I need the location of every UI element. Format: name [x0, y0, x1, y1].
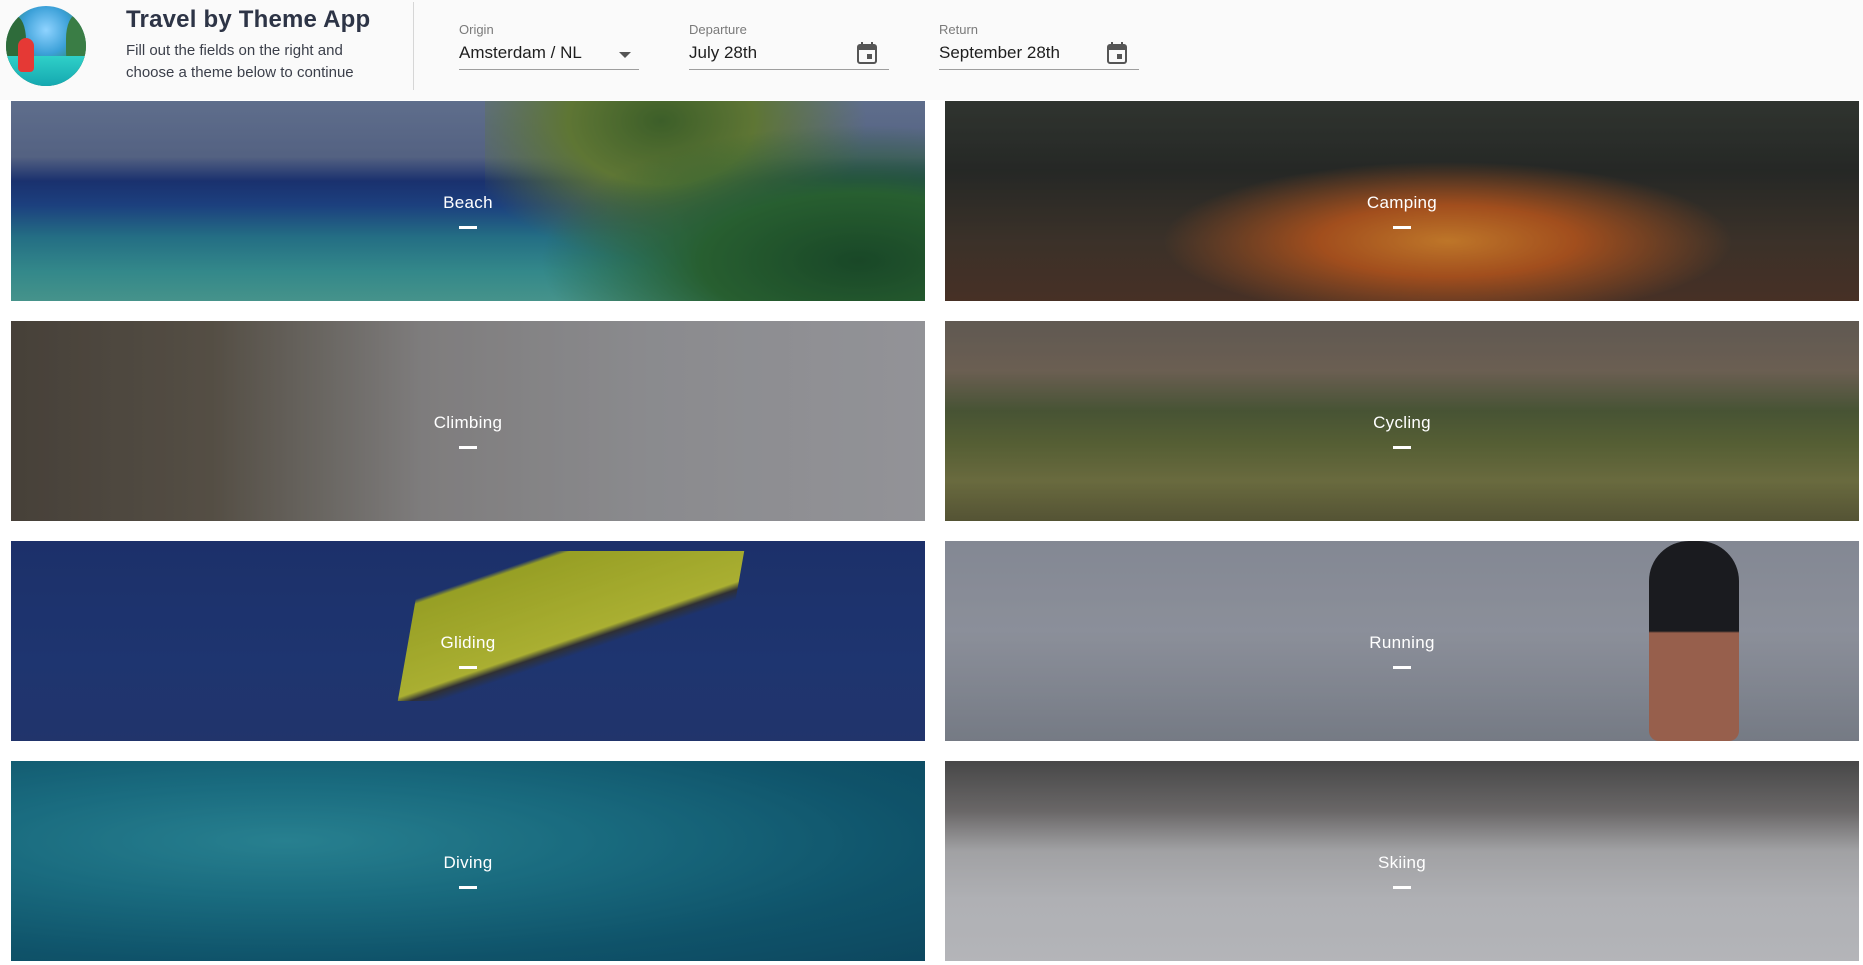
theme-dash [459, 226, 477, 229]
origin-underline [459, 69, 639, 70]
origin-value[interactable]: Amsterdam / NL [459, 43, 582, 63]
theme-tile-climbing[interactable]: Climbing [11, 321, 925, 521]
logo-person [18, 38, 34, 72]
theme-tile-running[interactable]: Running [945, 541, 1859, 741]
theme-tile-skiing[interactable]: Skiing [945, 761, 1859, 961]
calendar-icon[interactable] [1107, 42, 1127, 64]
app-logo [6, 6, 86, 86]
app-subtitle: Fill out the fields on the right and cho… [126, 42, 354, 81]
theme-dash [459, 886, 477, 889]
theme-label: Gliding [440, 633, 496, 652]
theme-label: Running [1369, 633, 1435, 652]
theme-tile-camping[interactable]: Camping [945, 101, 1859, 301]
theme-label: Cycling [1373, 413, 1431, 432]
theme-tile-cycling[interactable]: Cycling [945, 321, 1859, 521]
departure-value[interactable]: July 28th [689, 43, 757, 63]
theme-dash [1393, 886, 1411, 889]
origin-label: Origin [459, 22, 494, 37]
return-value[interactable]: September 28th [939, 43, 1060, 63]
theme-label: Camping [1366, 193, 1438, 212]
calendar-icon[interactable] [857, 42, 877, 64]
theme-label: Beach [443, 193, 493, 212]
theme-dash [459, 666, 477, 669]
return-date-field[interactable]: Return September 28th [939, 22, 1139, 70]
theme-dash [1393, 666, 1411, 669]
theme-label: Diving [443, 853, 493, 872]
theme-label: Skiing [1377, 853, 1427, 872]
theme-tile-gliding[interactable]: Gliding [11, 541, 925, 741]
theme-label: Climbing [433, 413, 503, 432]
app-title: Travel by Theme App [126, 6, 371, 33]
theme-tile-diving[interactable]: Diving [11, 761, 925, 961]
header-divider [413, 2, 414, 90]
app-header: Travel by Theme App Fill out the fields … [0, 0, 1863, 100]
departure-underline [689, 69, 889, 70]
departure-label: Departure [689, 22, 747, 37]
theme-dash [1393, 446, 1411, 449]
departure-date-field[interactable]: Departure July 28th [689, 22, 889, 70]
theme-tile-beach[interactable]: Beach [11, 101, 925, 301]
return-label: Return [939, 22, 979, 37]
origin-select[interactable]: Origin Amsterdam / NL [459, 22, 639, 70]
theme-dash [1393, 226, 1411, 229]
dropdown-arrow-icon[interactable] [619, 52, 631, 58]
return-underline [939, 69, 1139, 70]
theme-dash [459, 446, 477, 449]
